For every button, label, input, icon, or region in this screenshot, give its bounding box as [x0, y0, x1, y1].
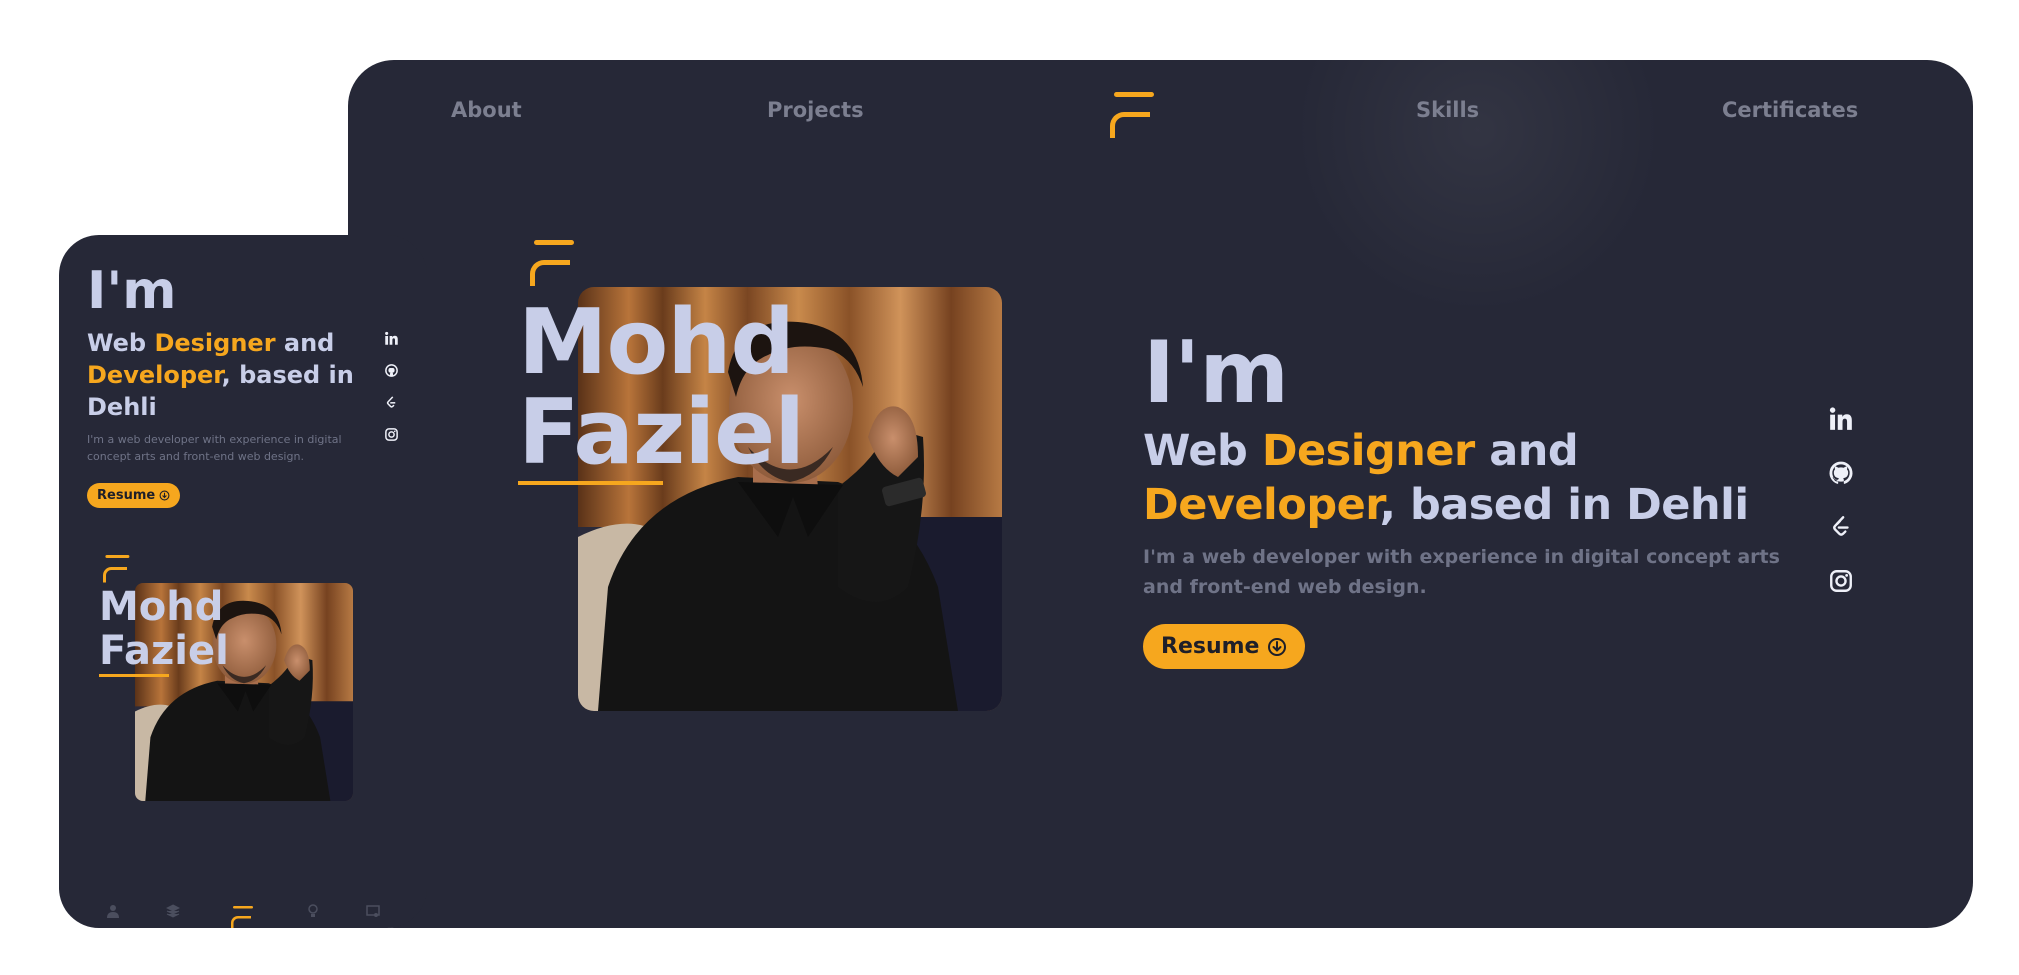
intro-block: I'm Web Designer and Developer, based in… [1143, 328, 1783, 669]
top-nav: About Projects Skills Certificates [348, 60, 1973, 170]
im-heading: I'm [1143, 323, 1289, 423]
leetcode-icon[interactable] [384, 395, 399, 410]
hero-logo-icon [530, 240, 574, 286]
mobile-last-name: Faziel [99, 628, 229, 674]
mobile-hero-logo-icon [103, 555, 130, 583]
mobile-first-name: Mohd [99, 584, 224, 630]
nav-certificates[interactable]: Certificates [1722, 98, 1858, 122]
stack-icon[interactable] [166, 904, 180, 918]
mobile-intro-description: I'm a web developer with experience in d… [87, 433, 342, 463]
linkedin-icon[interactable] [384, 331, 399, 346]
linkedin-icon[interactable] [1828, 406, 1854, 432]
certificate-icon[interactable] [366, 904, 380, 918]
social-links [1828, 406, 1856, 622]
bulb-icon[interactable] [306, 904, 320, 918]
mobile-bottom-nav [59, 888, 427, 928]
mobile-role-heading: Web Designer and Developer, based in Deh… [87, 329, 354, 421]
name-underline [518, 481, 663, 485]
nav-skills[interactable]: Skills [1416, 98, 1479, 122]
instagram-icon[interactable] [1828, 568, 1854, 594]
mobile-resume-label: Resume [97, 488, 156, 503]
resume-button[interactable]: Resume [1143, 624, 1306, 669]
mobile-resume-button[interactable]: Resume [87, 483, 181, 508]
hero-last-name: Faziel [518, 380, 805, 485]
mobile-logo-icon[interactable] [231, 906, 253, 928]
mobile-im-heading: I'm [87, 261, 177, 321]
download-icon [159, 490, 170, 501]
intro-description: I'm a web developer with experience in d… [1143, 546, 1780, 598]
hero-first-name: Mohd [518, 290, 795, 395]
mobile-name-underline [99, 674, 169, 677]
leetcode-icon[interactable] [1828, 514, 1854, 540]
github-icon[interactable] [1828, 460, 1854, 486]
mobile-hero-name: Mohd Faziel [99, 585, 229, 673]
download-icon [1268, 637, 1287, 656]
instagram-icon[interactable] [384, 427, 399, 442]
mobile-preview: I'm Web Designer and Developer, based in… [59, 235, 427, 928]
resume-label: Resume [1161, 634, 1260, 659]
hero-name: Mohd Faziel [518, 290, 805, 485]
nav-about[interactable]: About [451, 98, 522, 122]
desktop-preview: About Projects Skills Certificates Mohd … [348, 60, 1973, 928]
logo-icon[interactable] [1110, 92, 1154, 138]
mobile-social-links [384, 331, 400, 459]
user-icon[interactable] [106, 904, 120, 918]
role-heading: Web Designer and Developer, based in Deh… [1143, 426, 1749, 530]
github-icon[interactable] [384, 363, 399, 378]
nav-projects[interactable]: Projects [767, 98, 864, 122]
